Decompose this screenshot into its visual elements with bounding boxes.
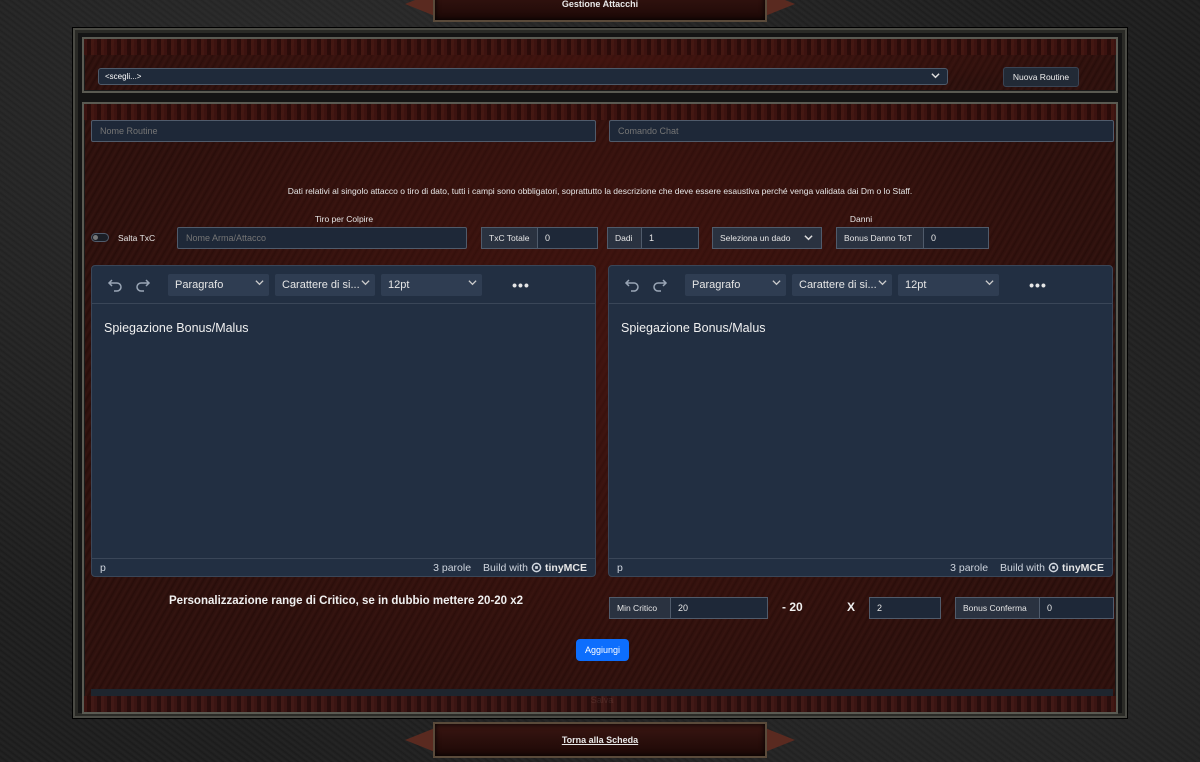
panel-rim — [84, 104, 1116, 120]
editor-statusbar: p 3 parole Build with tinyMCE — [92, 558, 595, 576]
chevron-down-icon — [468, 278, 477, 289]
plate-ornament — [765, 728, 795, 752]
paragraph-select-label: Paragrafo — [692, 278, 741, 291]
routine-editor-panel: Dati relativi al singolo attacco o tiro … — [82, 102, 1118, 714]
chevron-down-icon — [878, 278, 887, 289]
confirm-bonus-label: Bonus Conferma — [955, 597, 1040, 619]
critical-multiplier-input[interactable]: 2 — [869, 597, 941, 619]
chevron-down-icon — [804, 233, 813, 244]
weapon-name-input[interactable] — [177, 227, 467, 249]
build-with-text: Build with — [483, 561, 528, 574]
font-size-select[interactable]: 12pt — [381, 273, 482, 296]
word-count[interactable]: 3 parole — [950, 562, 988, 574]
min-critical-input[interactable]: 20 — [670, 597, 768, 619]
font-family-select[interactable]: Carattere di si... — [275, 273, 375, 296]
info-text: Dati relativi al singolo attacco o tiro … — [287, 186, 913, 196]
editor-statusbar: p 3 parole Build with tinyMCE — [609, 558, 1112, 576]
element-path[interactable]: p — [617, 562, 623, 574]
plate-ornament — [765, 0, 795, 16]
more-options-icon[interactable]: ••• — [1023, 274, 1053, 296]
undo-icon[interactable] — [621, 274, 643, 296]
plate-ornament — [405, 0, 435, 16]
redo-icon[interactable] — [132, 274, 154, 296]
back-to-sheet-link[interactable]: Torna alla Scheda — [562, 735, 638, 745]
chevron-down-icon — [985, 278, 994, 289]
tinymce-brand: tinyMCE — [545, 561, 587, 574]
confirm-bonus-input[interactable]: 0 — [1039, 597, 1114, 619]
font-family-select-label: Carattere di si... — [282, 278, 360, 291]
editor-content[interactable]: Spiegazione Bonus/Malus — [104, 321, 249, 335]
chevron-down-icon — [772, 278, 781, 289]
rich-text-editor-right[interactable]: Paragrafo Carattere di si... 12pt ••• Sp… — [608, 265, 1113, 577]
footer-plate: Torna alla Scheda — [405, 720, 795, 760]
dice-label: Dadi — [607, 227, 642, 249]
txc-total-label: TxC Totale — [481, 227, 538, 249]
routine-select-value: <scegli...> — [105, 72, 142, 81]
tinymce-brand-link[interactable]: Build with tinyMCE — [483, 562, 587, 574]
editor-toolbar: Paragrafo Carattere di si... 12pt ••• — [609, 266, 1112, 304]
chat-command-input[interactable] — [609, 120, 1114, 142]
font-size-select-label: 12pt — [905, 278, 927, 291]
editor-toolbar: Paragrafo Carattere di si... 12pt ••• — [92, 266, 595, 304]
routine-name-input[interactable] — [91, 120, 596, 142]
font-size-select[interactable]: 12pt — [898, 273, 999, 296]
tinymce-logo-icon — [1048, 562, 1059, 573]
paragraph-select-label: Paragrafo — [175, 278, 224, 291]
build-with-text: Build with — [1000, 561, 1045, 574]
die-select[interactable]: Seleziona un dado — [712, 227, 822, 249]
multiplier-x-text: X — [847, 600, 856, 614]
element-path[interactable]: p — [100, 562, 106, 574]
routine-panel: <scegli...> Nuova Routine — [82, 37, 1118, 93]
font-size-select-label: 12pt — [388, 278, 410, 291]
dice-input[interactable]: 1 — [641, 227, 699, 249]
new-routine-button[interactable]: Nuova Routine — [1003, 67, 1079, 87]
max-critical-text: - 20 — [782, 600, 803, 614]
bonus-damage-label: Bonus Danno ToT — [836, 227, 924, 249]
txc-total-input[interactable]: 0 — [537, 227, 598, 249]
chevron-down-icon — [931, 71, 940, 82]
skip-txc-label: Salta TxC — [118, 233, 156, 243]
min-critical-label: Min Critico — [609, 597, 671, 619]
panel-rim — [84, 696, 1116, 712]
word-count[interactable]: 3 parole — [433, 562, 471, 574]
add-button[interactable]: Aggiungi — [576, 639, 629, 661]
damage-caption: Danni — [849, 214, 873, 224]
skip-txc-toggle[interactable] — [91, 233, 109, 242]
tinymce-logo-icon — [531, 562, 542, 573]
page-title: Gestione Attacchi — [561, 0, 639, 9]
paragraph-select[interactable]: Paragrafo — [168, 273, 269, 296]
panel-rim — [84, 39, 1116, 55]
bonus-damage-input[interactable]: 0 — [923, 227, 989, 249]
rich-text-editor-left[interactable]: Paragrafo Carattere di si... 12pt ••• Sp… — [91, 265, 596, 577]
hit-roll-caption: Tiro per Colpire — [314, 214, 374, 224]
paragraph-select[interactable]: Paragrafo — [685, 273, 786, 296]
plate-ornament — [405, 728, 435, 752]
chevron-down-icon — [361, 278, 370, 289]
editor-content[interactable]: Spiegazione Bonus/Malus — [621, 321, 766, 335]
more-options-icon[interactable]: ••• — [506, 274, 536, 296]
chevron-down-icon — [255, 278, 264, 289]
font-family-select[interactable]: Carattere di si... — [792, 273, 892, 296]
critical-range-text: Personalizzazione range di Critico, se i… — [169, 595, 524, 607]
main-frame: <scegli...> Nuova Routine Dati relativi … — [73, 28, 1127, 718]
tinymce-brand: tinyMCE — [1062, 561, 1104, 574]
redo-icon[interactable] — [649, 274, 671, 296]
header-plate: Gestione Attacchi — [405, 0, 795, 24]
die-select-value: Seleziona un dado — [720, 233, 791, 243]
undo-icon[interactable] — [104, 274, 126, 296]
font-family-select-label: Carattere di si... — [799, 278, 877, 291]
tinymce-brand-link[interactable]: Build with tinyMCE — [1000, 562, 1104, 574]
routine-select[interactable]: <scegli...> — [98, 68, 948, 85]
